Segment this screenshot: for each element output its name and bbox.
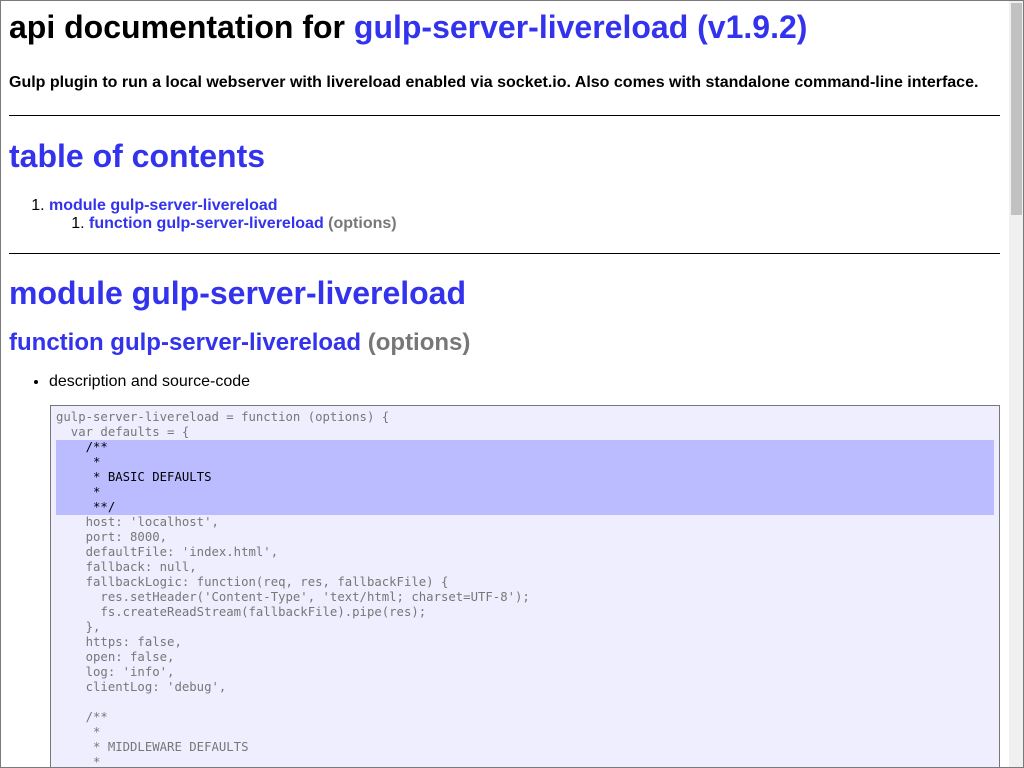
- section-divider: [9, 253, 1000, 254]
- code-line: * BASIC DEFAULTS: [56, 470, 212, 484]
- module-heading: module gulp-server-livereload: [9, 275, 467, 311]
- code-line: port: 8000,: [56, 530, 168, 544]
- code-line: clientLog: 'debug',: [56, 680, 227, 694]
- code-line: *: [56, 725, 101, 739]
- code-line: https: false,: [56, 635, 182, 649]
- source-code-block: gulp-server-livereload = function (optio…: [50, 405, 1000, 767]
- description-list: description and source-code: [9, 373, 1001, 391]
- code-line: *: [56, 455, 101, 469]
- toc-link-function[interactable]: function gulp-server-livereload: [89, 215, 324, 232]
- description-item: description and source-code: [49, 373, 1001, 391]
- source-code: gulp-server-livereload = function (optio…: [51, 406, 999, 767]
- toc-item-module: module gulp-server-livereload function g…: [49, 197, 1001, 233]
- function-heading: function gulp-server-livereload (options…: [9, 329, 1001, 357]
- page-content: api documentation for gulp-server-livere…: [1, 9, 1009, 391]
- code-line: host: 'localhost',: [56, 515, 219, 529]
- section-divider: [9, 115, 1000, 116]
- code-line: var defaults = {: [56, 425, 190, 439]
- code-line: /**: [56, 710, 108, 724]
- page-title-prefix: api documentation for: [9, 9, 345, 45]
- function-heading-name: function gulp-server-livereload: [9, 329, 362, 356]
- browser-viewport: api documentation for gulp-server-livere…: [0, 0, 1024, 768]
- toc-function-args: (options): [328, 215, 397, 232]
- code-line: log: 'info',: [56, 665, 175, 679]
- code-line: *: [56, 755, 101, 767]
- function-heading-args: (options): [367, 329, 471, 356]
- code-line: defaultFile: 'index.html',: [56, 545, 279, 559]
- code-line: gulp-server-livereload = function (optio…: [56, 410, 390, 424]
- vertical-scrollbar[interactable]: [1009, 1, 1023, 767]
- code-line: **/: [56, 500, 116, 514]
- code-line: },: [56, 620, 101, 634]
- toc-item-function: function gulp-server-livereload (options…: [89, 215, 1001, 233]
- code-line: *: [56, 485, 101, 499]
- package-title-link[interactable]: gulp-server-livereload (v1.9.2): [354, 9, 808, 45]
- toc-list: module gulp-server-livereload function g…: [9, 197, 1001, 233]
- toc-heading: table of contents: [9, 138, 266, 174]
- code-line: res.setHeader('Content-Type', 'text/html…: [56, 590, 530, 604]
- code-line: fs.createReadStream(fallbackFile).pipe(r…: [56, 605, 427, 619]
- page-title: api documentation for gulp-server-livere…: [9, 9, 1001, 46]
- highlighted-code-block: /** * * BASIC DEFAULTS * **/: [56, 440, 994, 515]
- code-line: * MIDDLEWARE DEFAULTS: [56, 740, 249, 754]
- package-description: Gulp plugin to run a local webserver wit…: [9, 74, 979, 91]
- code-line: fallback: null,: [56, 560, 197, 574]
- code-line: open: false,: [56, 650, 175, 664]
- documentation-page: api documentation for gulp-server-livere…: [1, 1, 1009, 767]
- code-line: fallbackLogic: function(req, res, fallba…: [56, 575, 449, 589]
- toc-sublist: function gulp-server-livereload (options…: [49, 215, 1001, 233]
- code-line: /**: [56, 440, 108, 454]
- scrollbar-thumb[interactable]: [1011, 3, 1022, 215]
- toc-link-module[interactable]: module gulp-server-livereload: [49, 197, 278, 214]
